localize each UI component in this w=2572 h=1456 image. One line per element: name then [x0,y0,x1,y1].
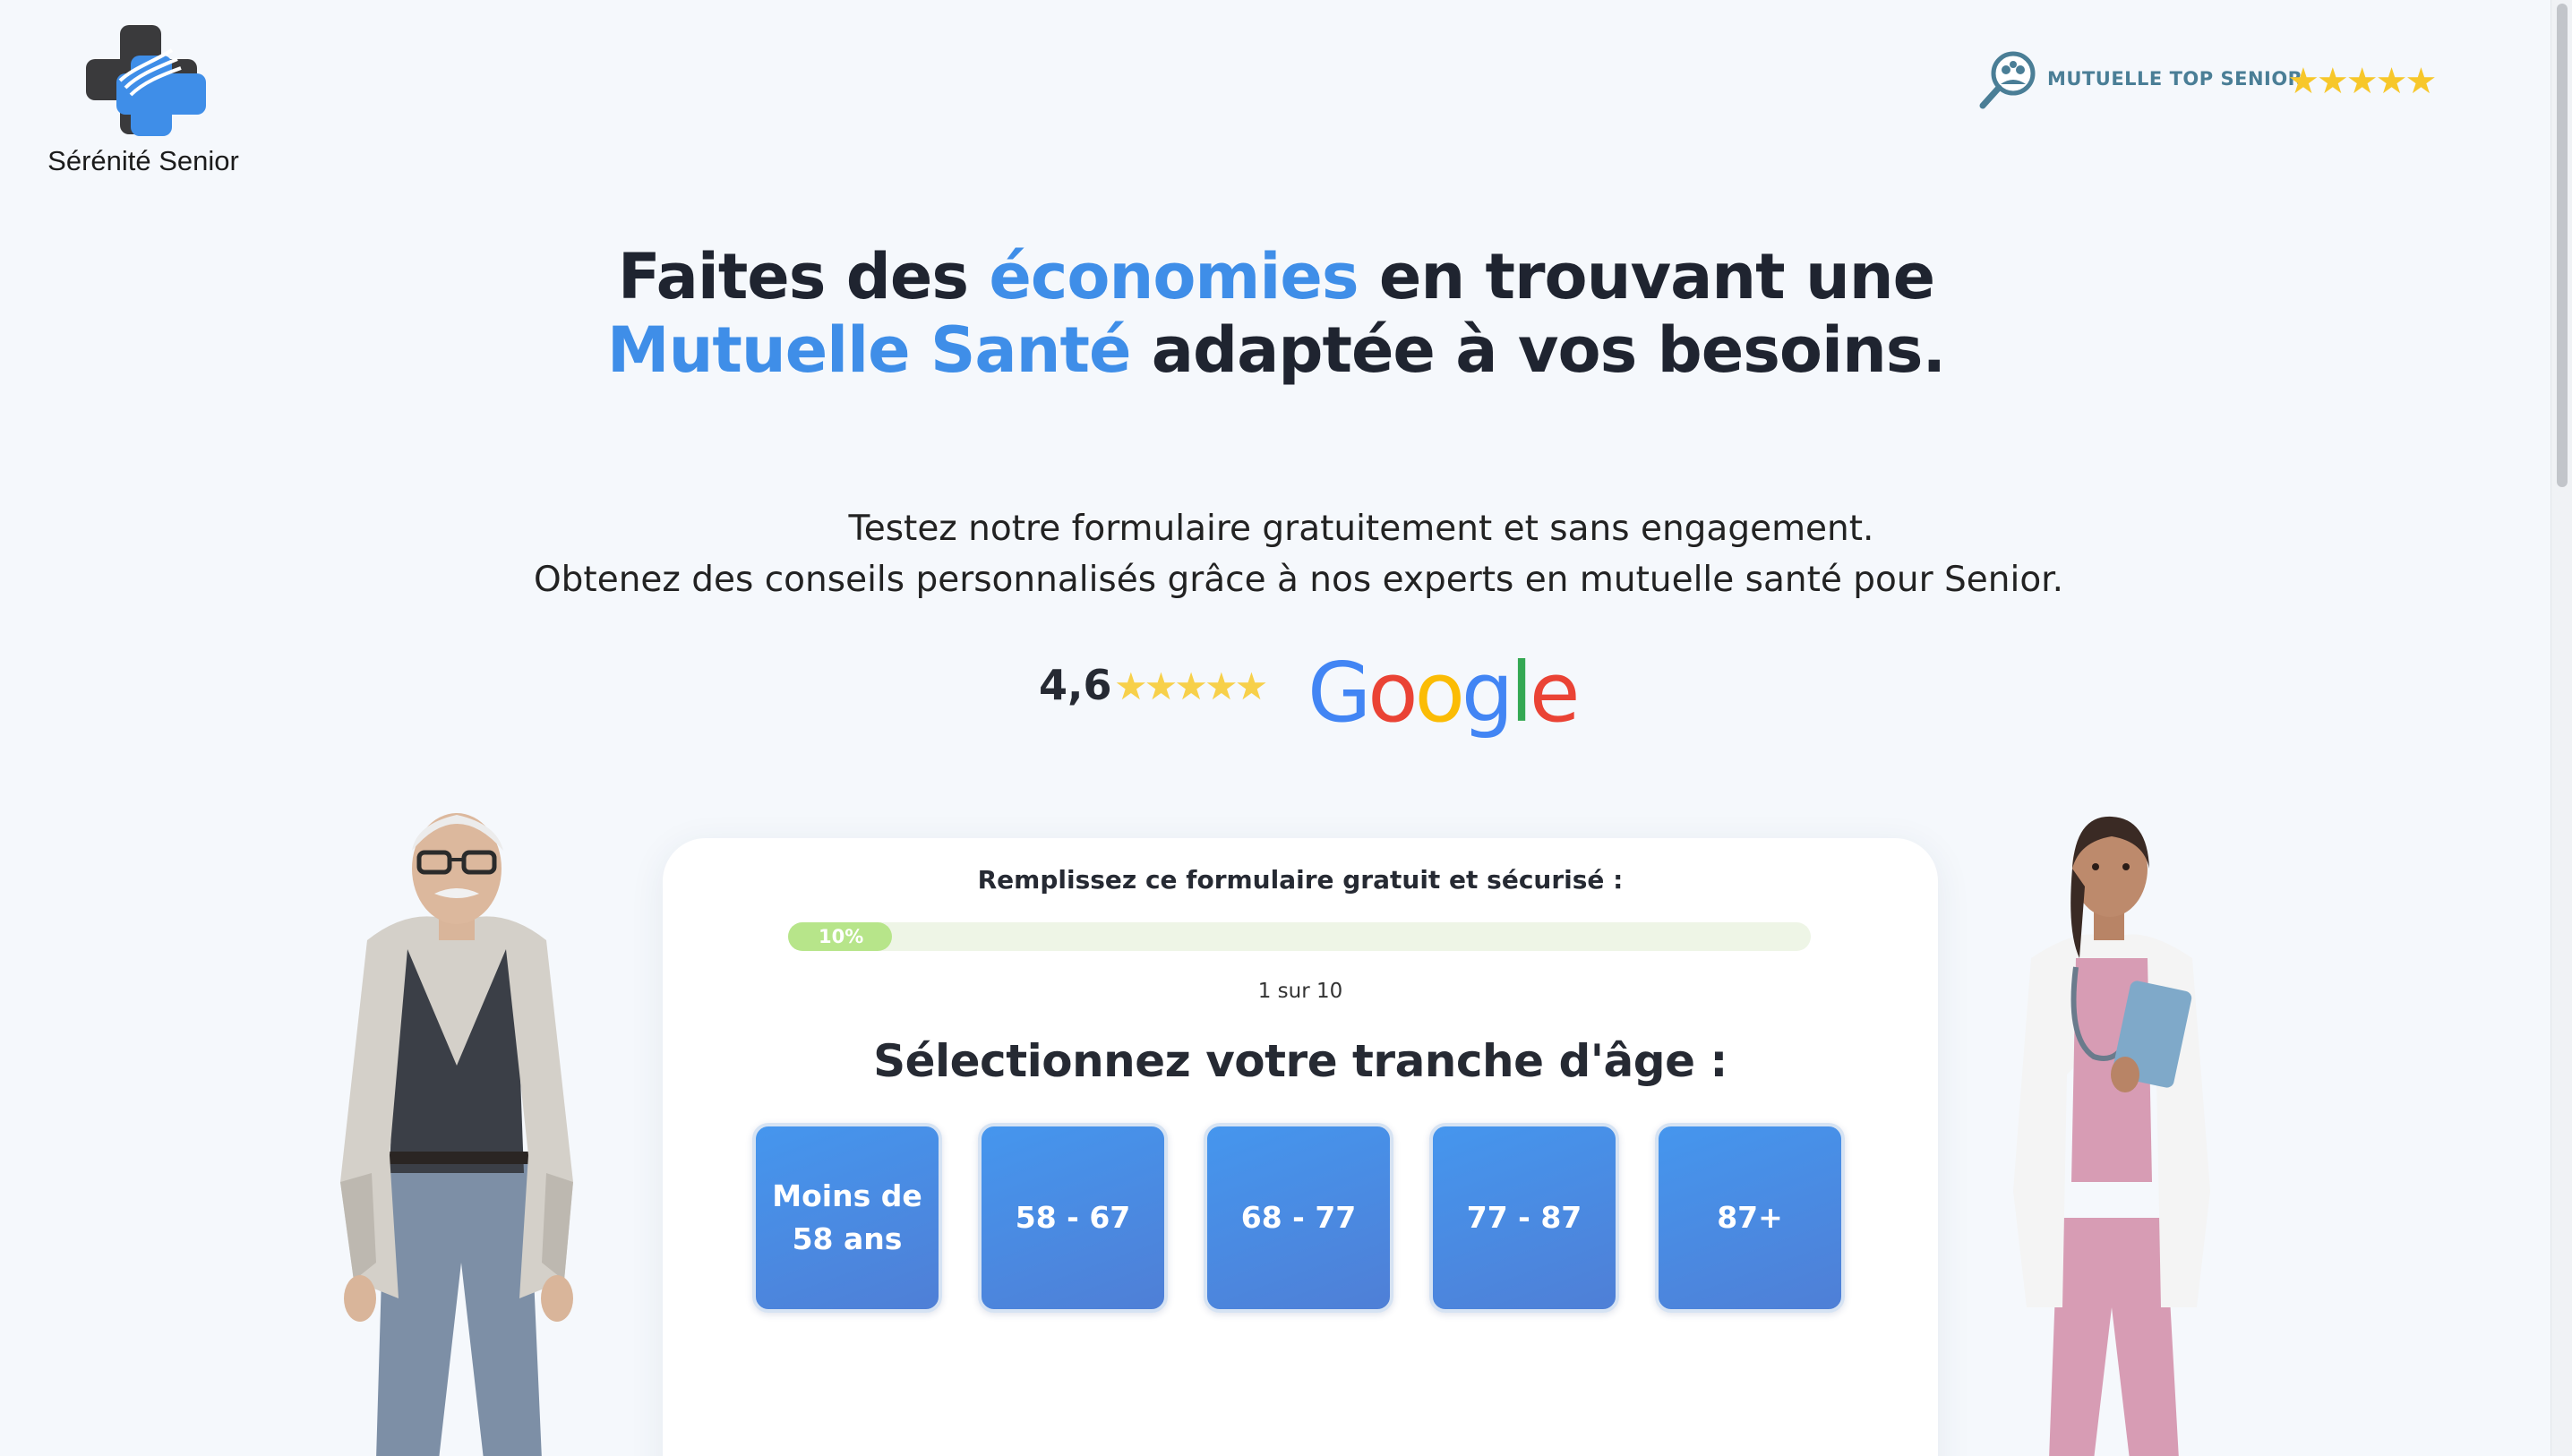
google-letter: e [1529,645,1581,741]
headline-part1: Faites des [617,240,990,313]
progress-bar: 10% [788,922,1811,951]
age-option-58-67[interactable]: 58 - 67 [978,1123,1168,1313]
form-question: Sélectionnez votre tranche d'âge : [873,1035,1728,1087]
rating-score: 4,6 [1039,661,1112,709]
google-letter: g [1461,645,1513,741]
headline-part3: adaptée à vos besoins. [1130,313,1946,387]
rating-stars: ★★★★★ [1114,664,1268,708]
scrollbar-thumb[interactable] [2557,4,2568,487]
age-option-77-87[interactable]: 77 - 87 [1429,1123,1619,1313]
google-letter: o [1414,645,1465,741]
badge-label: MUTUELLE TOP SENIOR [2047,68,2303,90]
age-option-under-58[interactable]: Moins de 58 ans [752,1123,942,1313]
headline-highlight-mutuelle: Mutuelle Santé [606,313,1132,387]
headline-part2: en trouvant une [1358,240,1935,313]
page-headline: Faites des économies en trouvant une Mut… [0,240,2552,387]
cross-hands-logo-icon [86,25,206,136]
site-logo[interactable]: Sérénité Senior [36,21,269,183]
page-subtitle: Testez notre formulaire gratuitement et … [0,503,2572,605]
age-option-68-77[interactable]: 68 - 77 [1204,1123,1393,1313]
page-scrollbar[interactable] [2551,0,2572,1456]
headline-highlight-savings: économies [989,240,1359,313]
age-options: Moins de 58 ans 58 - 67 68 - 77 77 - 87 … [752,1123,1845,1315]
subtitle-line2: Obtenez des conseils personnalisés grâce… [533,560,2064,600]
subtitle-line1: Testez notre formulaire gratuitement et … [848,509,1874,549]
quote-form-card: Remplissez ce formulaire gratuit et sécu… [663,838,1938,1456]
form-title: Remplissez ce formulaire gratuit et sécu… [977,865,1624,895]
progress-label: 10% [819,926,864,947]
badge-stars: ★★★★★ [2287,61,2437,102]
step-counter: 1 sur 10 [1257,980,1343,1003]
senior-man-illustration [340,813,573,1456]
progress-fill: 10% [788,922,892,951]
logo-text: Sérénité Senior [47,145,239,176]
magnifier-people-icon [1979,51,2036,109]
google-rating: 4,6 ★★★★★ Google [1039,645,1581,743]
google-logo: Google [1307,645,1581,741]
doctor-woman-illustration [2013,816,2210,1456]
age-option-87-plus[interactable]: 87+ [1655,1123,1845,1313]
google-letter: o [1367,645,1418,741]
google-letter: l [1510,645,1532,741]
google-letter: G [1307,645,1371,741]
top-senior-badge: MUTUELLE TOP SENIOR ★★★★★ [1979,50,2481,113]
